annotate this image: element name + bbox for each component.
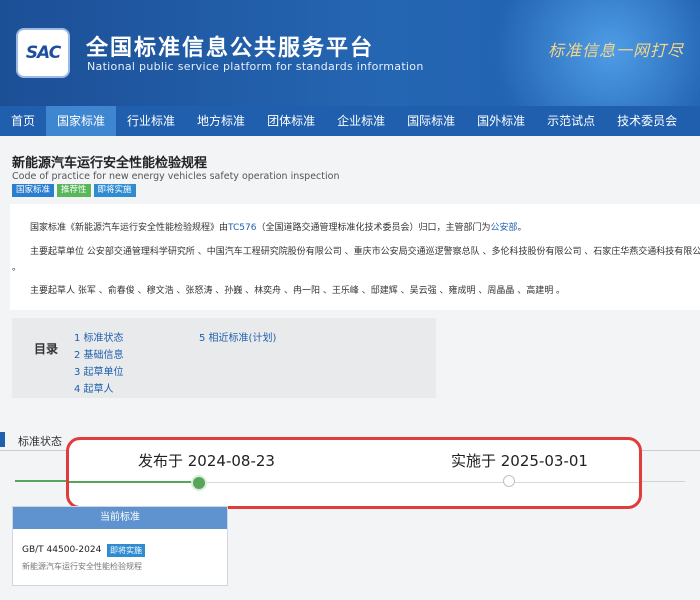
info-line-committee: 国家标准《新能源汽车运行安全性能检验规程》由TC576（全国道路交通管理标准化技… <box>30 220 527 233</box>
badge-recommended: 推荐性 <box>57 184 91 197</box>
toc-label: 目录 <box>34 342 59 356</box>
header-slogan: 标准信息一网打尽 <box>548 41 685 60</box>
standard-info-panel: 国家标准《新能源汽车运行安全性能检验规程》由TC576（全国道路交通管理标准化技… <box>10 204 700 310</box>
badge-upcoming: 即将实施 <box>93 184 136 197</box>
standard-title: 新能源汽车运行安全性能检验规程 <box>12 156 208 171</box>
card-status-badge: 即将实施 <box>107 544 145 557</box>
card-standard-name: 新能源汽车运行安全性能检验规程 <box>22 562 142 571</box>
nav-item-enterprise-standards[interactable]: 企业标准 <box>326 106 396 136</box>
drafting-units-end: 。 <box>12 263 22 273</box>
nav-item-foreign-standards[interactable]: 国外标准 <box>466 106 536 136</box>
implementation-date: 实施于 2025-03-01 <box>451 452 588 470</box>
tc-link[interactable]: TC576 <box>228 223 256 233</box>
badge-national: 国家标准 <box>12 184 55 197</box>
nav-item-national-standards[interactable]: 国家标准 <box>46 106 117 136</box>
standard-english-title: Code of practice for new energy vehicles… <box>12 171 340 182</box>
highlight-timeline-progress <box>69 481 198 483</box>
drafters: 主要起草人 张军 、俞春俊 、穆文浩 、张怒涛 、孙巍 、林奕舟 、冉一阳 、王… <box>30 286 566 296</box>
drafting-units: 主要起草单位 公安部交通管理科学研究所 、中国汽车工程研究院股份有限公司 、重庆… <box>30 247 700 257</box>
nav-item-local-standards[interactable]: 地方标准 <box>186 106 256 136</box>
site-subtitle: National public service platform for sta… <box>87 60 424 73</box>
nav-item-home[interactable]: 首页 <box>0 106 46 136</box>
table-of-contents: 目录 1 标准状态 2 基础信息 3 起草单位 4 起草人 5 相近标准(计划) <box>12 318 436 398</box>
nav-item-tech-committee[interactable]: 技术委员会 <box>606 106 688 136</box>
current-standard-card[interactable]: 当前标准 GB/T 44500-2024 即将实施 新能源汽车运行安全性能检验规… <box>12 506 228 586</box>
toc-item-basic-info[interactable]: 2 基础信息 <box>74 346 124 361</box>
main-nav: 首页 国家标准 行业标准 地方标准 团体标准 企业标准 国际标准 国外标准 示范… <box>0 106 700 136</box>
nav-item-group-standards[interactable]: 团体标准 <box>256 106 326 136</box>
site-title: 全国标准信息公共服务平台 <box>86 36 375 61</box>
published-marker <box>191 475 207 491</box>
card-header: 当前标准 <box>13 507 227 529</box>
toc-item-similar-standards[interactable]: 5 相近标准(计划) <box>199 329 276 344</box>
info-end: 。 <box>517 223 527 233</box>
nav-item-international-standards[interactable]: 国际标准 <box>396 106 466 136</box>
timeline-highlight-box: 发布于 2024-08-23 实施于 2025-03-01 <box>66 437 642 509</box>
toc-item-drafters[interactable]: 4 起草人 <box>74 380 114 395</box>
status-section-title: 标准状态 <box>18 435 62 448</box>
nav-item-pilot-demo[interactable]: 示范试点 <box>536 106 606 136</box>
section-marker <box>0 432 5 447</box>
implementation-marker <box>503 475 515 487</box>
sac-logo[interactable]: SAC <box>16 28 70 78</box>
info-prefix: 国家标准《新能源汽车运行安全性能检验规程》由 <box>30 223 229 233</box>
nav-item-industry-standards[interactable]: 行业标准 <box>116 106 186 136</box>
dept-link[interactable]: 公安部 <box>490 223 517 233</box>
logo-text: SAC <box>25 43 61 63</box>
standard-code[interactable]: GB/T 44500-2024 <box>22 545 101 555</box>
toc-item-status[interactable]: 1 标准状态 <box>74 329 124 344</box>
info-mid: （全国道路交通管理标准化技术委员会）归口，主管部门为 <box>256 223 491 233</box>
published-date: 发布于 2024-08-23 <box>138 452 275 470</box>
standard-badges: 国家标准 推荐性 即将实施 <box>12 184 136 197</box>
site-header: SAC 全国标准信息公共服务平台 National public service… <box>0 0 700 106</box>
toc-item-drafting-units[interactable]: 3 起草单位 <box>74 363 124 378</box>
